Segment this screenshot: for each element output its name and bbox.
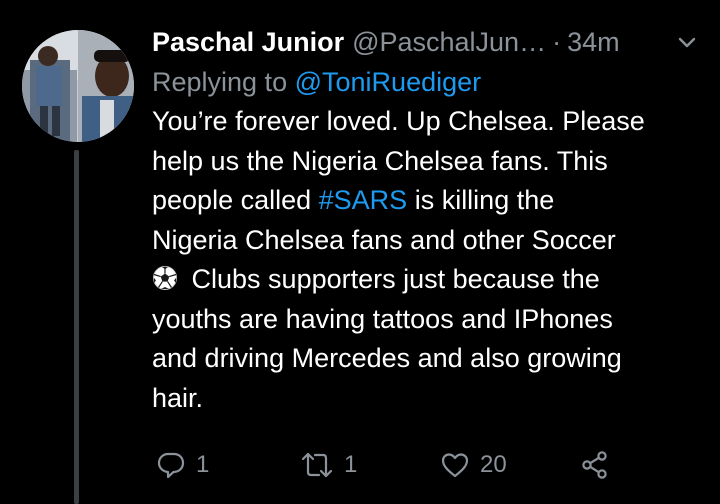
action-bar: 1 1 20 bbox=[152, 446, 622, 486]
avatar[interactable] bbox=[22, 30, 134, 142]
retweet-icon bbox=[301, 452, 333, 478]
tweet[interactable]: Paschal Junior @PaschalJun… · 34m Replyi… bbox=[152, 22, 700, 418]
author-name[interactable]: Paschal Junior bbox=[152, 22, 344, 62]
tweet-line: hair. bbox=[152, 382, 204, 413]
replying-prefix: Replying to bbox=[152, 67, 288, 97]
retweet-button[interactable]: 1 bbox=[300, 450, 357, 480]
replying-to-handle[interactable]: @ToniRuediger bbox=[295, 67, 482, 97]
reply-icon bbox=[157, 452, 185, 479]
tweet-header: Paschal Junior @PaschalJun… · 34m bbox=[152, 22, 700, 62]
tweet-line: and driving Mercedes and also growing bbox=[152, 343, 622, 373]
tweet-line: help us the Nigeria Chelsea fans. This bbox=[152, 145, 608, 176]
tweet-line: Nigeria Chelsea fans and other Soccer bbox=[152, 224, 616, 255]
reply-button[interactable]: 1 bbox=[156, 450, 209, 480]
soccer-ball-icon bbox=[153, 266, 177, 290]
tweet-body: You’re forever loved. Up Chelsea. Please… bbox=[152, 102, 700, 418]
author-handle[interactable]: @PaschalJun… bbox=[352, 22, 546, 62]
like-count: 20 bbox=[480, 451, 507, 478]
tweet-text: is killing the bbox=[407, 185, 555, 215]
tweet-line: youths are having tattoos and IPhones bbox=[152, 303, 613, 334]
retweet-count: 1 bbox=[344, 451, 358, 478]
thread-line bbox=[74, 150, 79, 504]
tweet-text: people called bbox=[152, 185, 319, 215]
hashtag-link[interactable]: #SARS bbox=[319, 185, 408, 215]
replying-to: Replying to @ToniRuediger bbox=[152, 62, 700, 102]
like-button[interactable]: 20 bbox=[440, 450, 507, 480]
tweet-text: Clubs supporters just because the bbox=[191, 264, 600, 294]
share-icon bbox=[582, 451, 607, 479]
chevron-down-icon[interactable] bbox=[676, 32, 698, 54]
tweet-line: You’re forever loved. Up Chelsea. Please bbox=[152, 106, 645, 136]
tweet-time[interactable]: 34m bbox=[567, 22, 620, 62]
tweet-line: people called #SARS is killing the bbox=[152, 181, 700, 221]
heart-icon bbox=[441, 453, 469, 478]
share-button[interactable] bbox=[580, 450, 610, 480]
separator: · bbox=[552, 27, 562, 57]
tweet-line: Clubs supporters just because the bbox=[152, 260, 700, 300]
reply-count: 1 bbox=[196, 451, 210, 478]
